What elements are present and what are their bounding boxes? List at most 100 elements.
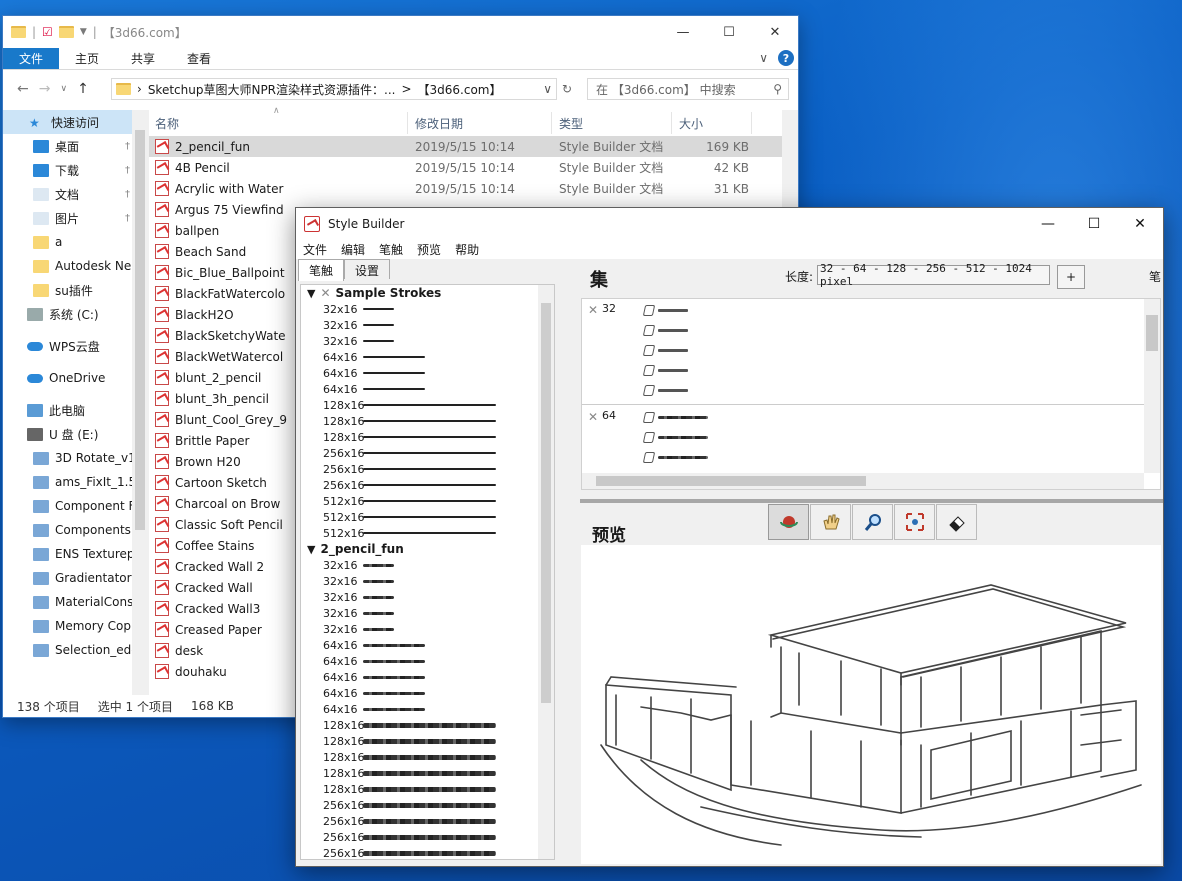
orbit-button[interactable] — [768, 504, 809, 540]
nav-item[interactable]: a — [3, 230, 148, 254]
recent-locations-icon[interactable]: ∨ — [60, 84, 67, 94]
tab-settings[interactable]: 设置 — [344, 259, 391, 279]
stroke-item[interactable]: 512x16 — [301, 493, 554, 509]
expand-triangle-icon[interactable]: ▼ — [307, 543, 315, 556]
stroke-item[interactable]: 128x16 — [301, 781, 554, 797]
stroke-item[interactable]: 64x16 — [301, 381, 554, 397]
nav-item[interactable]: Memory Cop — [3, 614, 148, 638]
refresh-icon[interactable]: ↻ — [562, 82, 580, 96]
set-list-hscrollbar[interactable] — [582, 473, 1144, 489]
properties-icon[interactable]: ☑ — [42, 25, 53, 39]
stroke-item[interactable]: 256x16 — [301, 845, 554, 859]
nav-item[interactable]: Gradientator — [3, 566, 148, 590]
tab-home[interactable]: 主页 — [59, 48, 115, 69]
stroke-item[interactable]: 64x16 — [301, 701, 554, 717]
nav-item[interactable]: 系统 (C:) — [3, 302, 148, 326]
address-separator[interactable]: > — [401, 82, 411, 96]
nav-item[interactable]: 3D Rotate_v1 — [3, 446, 148, 470]
stroke-item[interactable]: 128x16 — [301, 397, 554, 413]
close-button[interactable]: ✕ — [752, 16, 798, 48]
stroke-item[interactable]: 512x16 — [301, 509, 554, 525]
expand-ribbon-icon[interactable]: ∨ — [759, 51, 768, 65]
nav-item[interactable]: 桌面 † — [3, 134, 148, 158]
nav-item[interactable]: Component F — [3, 494, 148, 518]
stroke-entry[interactable] — [642, 365, 688, 376]
menu-help[interactable]: 帮助 — [455, 241, 479, 258]
stroke-item[interactable]: 32x16 — [301, 317, 554, 333]
panel-divider[interactable] — [580, 499, 1163, 503]
address-bar[interactable]: › Sketchup草图大师NPR渲染样式资源插件：... > 【3d66.co… — [111, 78, 572, 100]
nav-item[interactable]: 此电脑 — [3, 398, 148, 422]
stroke-entry[interactable] — [642, 452, 708, 463]
preview-canvas[interactable] — [581, 545, 1161, 864]
menu-strokes[interactable]: 笔触 — [379, 241, 403, 258]
stroke-item[interactable]: 64x16 — [301, 669, 554, 685]
up-arrow-icon[interactable]: ↑ — [77, 81, 89, 97]
zoom-extents-button[interactable] — [894, 504, 935, 540]
back-arrow-icon[interactable]: ← — [17, 81, 29, 97]
add-set-button[interactable]: + — [1057, 265, 1085, 289]
nav-item[interactable]: Autodesk Ne — [3, 254, 148, 278]
zoom-button[interactable] — [852, 504, 893, 540]
stroke-item[interactable]: 128x16 — [301, 413, 554, 429]
nav-item[interactable]: ENS Texturep — [3, 542, 148, 566]
stroke-item[interactable]: 64x16 — [301, 365, 554, 381]
stroke-item[interactable]: 512x16 — [301, 525, 554, 541]
stroke-item[interactable]: 128x16 — [301, 749, 554, 765]
column-type[interactable]: 类型 — [559, 115, 583, 132]
nav-item[interactable]: U 盘 (E:) — [3, 422, 148, 446]
expand-triangle-icon[interactable]: ▼ — [307, 287, 315, 300]
nav-item[interactable]: ams_FixIt_1.5 — [3, 470, 148, 494]
minimize-button[interactable]: — — [660, 16, 706, 48]
nav-item[interactable]: MaterialCons — [3, 590, 148, 614]
stroke-item[interactable]: 32x16 — [301, 301, 554, 317]
nav-item[interactable]: 图片 † — [3, 206, 148, 230]
menu-file[interactable]: 文件 — [303, 241, 327, 258]
customize-quick-access-icon[interactable]: ▼ — [80, 27, 87, 37]
tab-view[interactable]: 查看 — [171, 48, 227, 69]
stroke-item[interactable]: 256x16 — [301, 829, 554, 845]
address-segment[interactable]: 【3d66.com】 — [418, 81, 502, 98]
stroke-item[interactable]: 256x16 — [301, 813, 554, 829]
file-row[interactable]: Acrylic with Water 2019/5/15 10:14 Style B… — [149, 178, 798, 199]
maximize-button[interactable]: ☐ — [706, 16, 752, 48]
stroke-entry[interactable] — [642, 385, 688, 396]
stroke-item[interactable]: 128x16 — [301, 429, 554, 445]
nav-item[interactable]: OneDrive — [3, 366, 148, 390]
column-size[interactable]: 大小 — [679, 115, 703, 132]
column-name[interactable]: 名称 — [155, 115, 179, 132]
stroke-entry[interactable] — [642, 305, 688, 316]
search-input[interactable]: 在 【3d66.com】 中搜索 ⚲ — [587, 78, 789, 100]
address-dropdown-icon[interactable]: ∨ — [543, 82, 552, 96]
close-button[interactable]: ✕ — [1117, 208, 1163, 239]
stroke-entry[interactable] — [642, 345, 688, 356]
stroke-entry[interactable] — [642, 325, 688, 336]
file-row[interactable]: 2_pencil_fun 2019/5/15 10:14 Style Builder… — [149, 136, 798, 157]
stroke-item[interactable]: 32x16 — [301, 621, 554, 637]
eraser-button[interactable] — [936, 504, 977, 540]
nav-item[interactable]: 文档 † — [3, 182, 148, 206]
stroke-item[interactable]: 64x16 — [301, 637, 554, 653]
stroke-item[interactable]: 32x16 — [301, 573, 554, 589]
stroke-item[interactable]: 256x16 — [301, 797, 554, 813]
stroke-item[interactable]: 32x16 — [301, 589, 554, 605]
stroke-group[interactable]: ▼ ✕ Sample Strokes — [301, 285, 554, 301]
stroke-item[interactable]: 32x16 — [301, 605, 554, 621]
forward-arrow-icon[interactable]: → — [39, 81, 51, 97]
tab-share[interactable]: 共享 — [115, 48, 171, 69]
stroke-item[interactable]: 128x16 — [301, 765, 554, 781]
stroke-item[interactable]: 128x16 — [301, 717, 554, 733]
pan-button[interactable] — [810, 504, 851, 540]
menu-preview[interactable]: 预览 — [417, 241, 441, 258]
remove-set-icon[interactable]: ✕ — [588, 303, 598, 317]
stroke-item[interactable]: 128x16 — [301, 733, 554, 749]
column-date[interactable]: 修改日期 — [415, 115, 463, 132]
nav-item[interactable]: ★ 快速访问 — [3, 110, 148, 134]
new-folder-icon[interactable] — [58, 26, 74, 38]
stroke-item[interactable]: 32x16 — [301, 333, 554, 349]
stroke-item[interactable]: 32x16 — [301, 557, 554, 573]
stroke-entry[interactable] — [642, 432, 708, 443]
stroke-item[interactable]: 256x16 — [301, 445, 554, 461]
nav-item[interactable]: Components — [3, 518, 148, 542]
tab-file[interactable]: 文件 — [3, 48, 60, 69]
